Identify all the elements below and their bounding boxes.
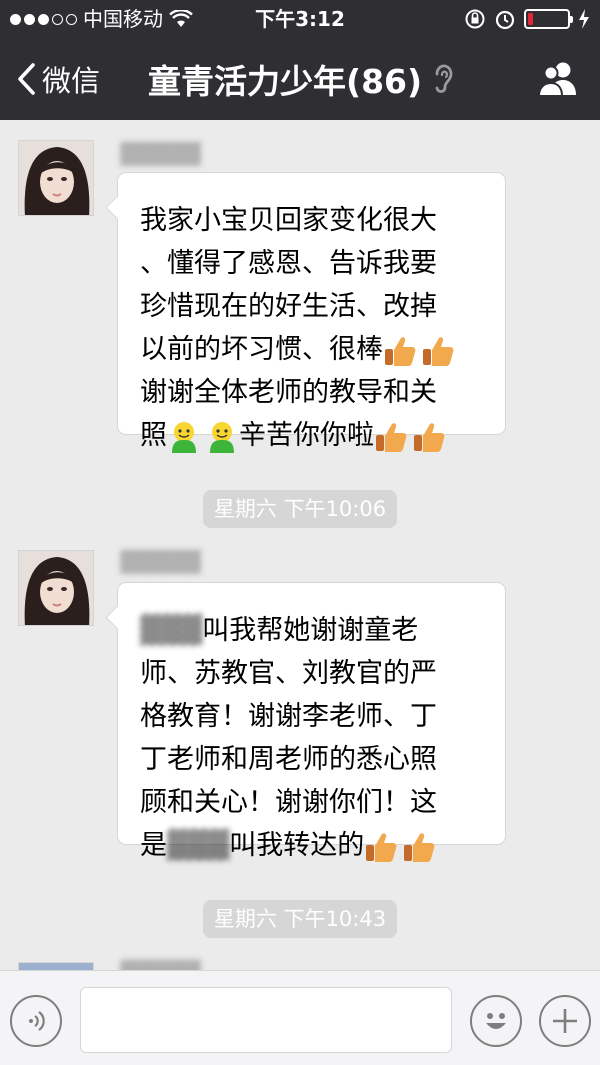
emoji-button[interactable]: [470, 995, 522, 1047]
avatar[interactable]: [18, 550, 94, 626]
input-bar: [0, 970, 600, 1065]
message-bubble[interactable]: 我家小宝贝回家变化很大 、懂得了感恩、告诉我要 珍惜现在的好生活、改掉 以前的坏…: [117, 172, 506, 453]
plus-icon: [553, 1009, 577, 1033]
voice-button[interactable]: [10, 995, 62, 1047]
thumbs-up-icon: [366, 832, 397, 862]
chat-title-text: 童青活力少年(86): [148, 62, 423, 101]
rotation-lock-icon: [465, 9, 485, 29]
thumbs-up-icon: [414, 422, 445, 452]
smiley-face-icon: [486, 1013, 506, 1029]
status-bar: 中国移动 下午3:12: [0, 0, 600, 38]
blurred-name: ▓▓▓: [140, 615, 203, 646]
group-members-icon[interactable]: [536, 59, 580, 99]
thumbs-up-icon: [385, 336, 416, 366]
back-button[interactable]: 微信: [16, 38, 100, 120]
sender-name: ▓▓▓▓▓: [120, 142, 201, 166]
alarm-icon: [495, 10, 515, 30]
voice-icon: [29, 1011, 45, 1031]
time-label: 星期六 下午10:43: [202, 900, 398, 938]
back-label: 微信: [42, 64, 101, 98]
message-bubble[interactable]: ▓▓▓叫我帮她谢谢童老 师、苏教官、刘教官的严 格教育！谢谢李老师、丁 丁老师和…: [117, 582, 506, 862]
message-text: ▓▓▓叫我帮她谢谢童老 师、苏教官、刘教官的严 格教育！谢谢李老师、丁 丁老师和…: [140, 609, 485, 867]
avatar[interactable]: [18, 140, 94, 216]
sender-name: ▓▓▓▓▓: [120, 958, 240, 970]
time-separator: 星期六 下午10:43: [0, 900, 600, 938]
ear-icon: [435, 64, 453, 93]
chevron-left-icon: [18, 63, 35, 95]
battery-icon: [524, 9, 573, 29]
message-text: 我家小宝贝回家变化很大 、懂得了感恩、告诉我要 珍惜现在的好生活、改掉 以前的坏…: [140, 199, 485, 457]
blurred-name: ▓▓▓: [167, 830, 230, 861]
time-label: 星期六 下午10:06: [202, 490, 398, 528]
green-smiley-icon: [210, 421, 234, 453]
thumbs-up-icon: [376, 422, 407, 452]
sender-name: ▓▓▓▓▓: [120, 550, 201, 574]
time-separator: 星期六 下午10:06: [0, 490, 600, 528]
thumbs-up-icon: [404, 832, 435, 862]
chat-title: 童青活力少年(86): [148, 38, 454, 120]
message-input[interactable]: [80, 987, 452, 1053]
message-list[interactable]: ▓▓▓▓▓ 我家小宝贝回家变化很大 、懂得了感恩、告诉我要 珍惜现在的好生活、改…: [0, 120, 600, 970]
green-smiley-icon: [172, 421, 196, 453]
nav-bar: 微信 童青活力少年(86): [0, 38, 600, 120]
more-button[interactable]: [539, 995, 591, 1047]
avatar[interactable]: [18, 962, 94, 970]
status-right: [464, 0, 590, 38]
charging-icon: [579, 9, 589, 29]
thumbs-up-icon: [423, 336, 454, 366]
